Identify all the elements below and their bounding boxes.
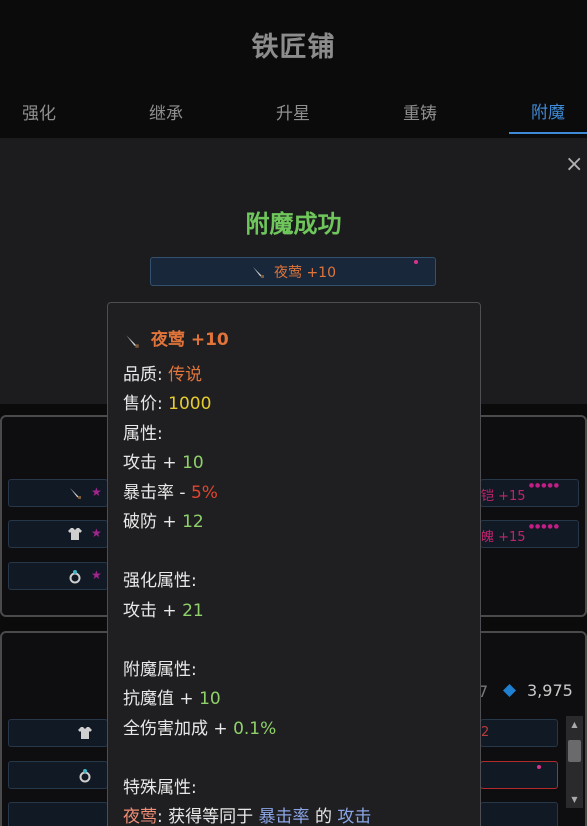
tab-enchant[interactable]: 附魔 — [509, 88, 587, 134]
armor-icon — [67, 526, 83, 546]
enchant-dmg-row: 全伤害加成 + 0.1% — [123, 714, 276, 739]
enchant-magic-label: 抗魔值 + — [123, 689, 194, 709]
special-label: 特殊属性: — [123, 778, 197, 798]
quality-value: 传说 — [168, 365, 203, 385]
enchant-magic-row: 抗魔值 + 10 — [123, 684, 221, 709]
equip-slot-right-2[interactable]: 魄 +15 ●●●●● — [480, 520, 579, 548]
enchant-dmg-label: 全伤害加成 + — [123, 719, 228, 739]
star-icon: ★ — [91, 526, 102, 540]
special-text-1: : 获得等同于 — [157, 807, 254, 826]
price-value: 1000 — [168, 394, 212, 414]
attr-pierce-label: 破防 + — [123, 512, 177, 532]
price-row: 售价: 1000 — [123, 389, 211, 414]
enhance-attack-label: 攻击 + — [123, 601, 177, 621]
enhance-attack-row: 攻击 + 21 — [123, 596, 204, 621]
enhance-attack-value: 21 — [182, 601, 204, 621]
equip-slot-right-1[interactable]: 铠 +15 ●●●●● — [480, 479, 579, 507]
price-label: 售价: — [123, 394, 163, 414]
close-icon[interactable]: × — [565, 154, 585, 176]
armor-icon — [77, 725, 93, 745]
scroll-up-arrow[interactable]: ▲ — [566, 716, 583, 733]
scroll-thumb[interactable] — [568, 740, 581, 762]
equip-slot-armor[interactable]: ★ — [8, 520, 108, 548]
enchant-dot — [537, 765, 541, 769]
knife-icon — [123, 332, 139, 348]
equip-slot-right-4[interactable] — [480, 761, 558, 789]
knife-icon — [250, 264, 266, 280]
enchant-label: 附魔属性: — [123, 660, 197, 680]
star-icon: ★ — [91, 568, 102, 582]
enchant-dot — [414, 260, 418, 264]
equip-slot-right-3[interactable]: 2 — [480, 719, 558, 747]
tooltip-header: 夜莺 +10 — [123, 325, 229, 350]
special-text-2: 的 — [314, 807, 332, 826]
attr-crit-value: 5% — [190, 483, 218, 503]
scrollbar[interactable]: ▲ ▼ — [566, 716, 583, 808]
attr-crit-row: 暴击率 - 5% — [123, 478, 218, 503]
equip-slot-ring[interactable]: ★ — [8, 562, 108, 590]
special-row: 夜莺: 获得等同于 暴击率 的 攻击 — [123, 802, 371, 826]
enchant-success-title: 附魔成功 — [245, 210, 342, 238]
tab-star-up[interactable]: 升星 — [254, 88, 332, 134]
enchanted-item-chip[interactable]: 夜莺 +10 — [150, 257, 436, 286]
item-tooltip: 夜莺 +10 品质: 传说 售价: 1000 属性: 攻击 + 10 暴击率 -… — [107, 302, 481, 826]
attr-pierce-row: 破防 + 12 — [123, 507, 204, 532]
equip-slot-weapon[interactable]: ★ — [8, 479, 108, 507]
diamond-icon — [502, 683, 517, 698]
quality-row: 品质: 传说 — [123, 360, 202, 385]
equip-slot-armor-2[interactable] — [8, 719, 108, 747]
special-highlight-1: 暴击率 — [258, 807, 310, 826]
tab-strengthen[interactable]: 强化 — [0, 88, 78, 134]
attr-crit-label: 暴击率 - — [123, 483, 186, 503]
currency-value: 3,975 — [527, 681, 573, 700]
tab-bar: 强化 继承 升星 重铸 附魔 — [0, 88, 587, 134]
enchant-dots: ●●●●● — [528, 523, 560, 530]
enhance-label: 强化属性: — [123, 571, 197, 591]
ring-icon — [77, 767, 93, 787]
special-name: 夜莺 — [123, 807, 157, 826]
star-icon: ★ — [91, 485, 102, 499]
enchant-magic-value: 10 — [199, 689, 221, 709]
attr-pierce-value: 12 — [182, 512, 204, 532]
attr-attack-value: 10 — [182, 453, 204, 473]
tab-reforge[interactable]: 重铸 — [381, 88, 459, 134]
item-chip-label: 夜莺 +10 — [274, 264, 336, 281]
attr-attack-row: 攻击 + 10 — [123, 448, 204, 473]
ring-icon — [67, 568, 83, 588]
equip-slot-3[interactable] — [8, 802, 108, 826]
page-title: 铁匠铺 — [251, 31, 336, 63]
special-highlight-2: 攻击 — [337, 807, 372, 826]
equip-right-3-label: 2 — [481, 725, 490, 740]
attributes-label: 属性: — [123, 424, 163, 444]
attr-attack-label: 攻击 + — [123, 453, 177, 473]
enchant-dmg-value: 0.1% — [233, 719, 277, 739]
knife-icon — [67, 485, 83, 505]
tooltip-item-name: 夜莺 +10 — [150, 330, 229, 350]
equip-slot-right-5[interactable] — [480, 802, 558, 826]
tab-inherit[interactable]: 继承 — [127, 88, 205, 134]
quality-label: 品质: — [123, 365, 163, 385]
equip-right-2-label: 魄 +15 — [481, 530, 526, 545]
equip-right-1-label: 铠 +15 — [481, 489, 526, 504]
equip-slot-ring-2[interactable] — [8, 761, 108, 789]
scroll-down-arrow[interactable]: ▼ — [566, 791, 583, 808]
enchant-dots: ●●●●● — [528, 482, 560, 489]
